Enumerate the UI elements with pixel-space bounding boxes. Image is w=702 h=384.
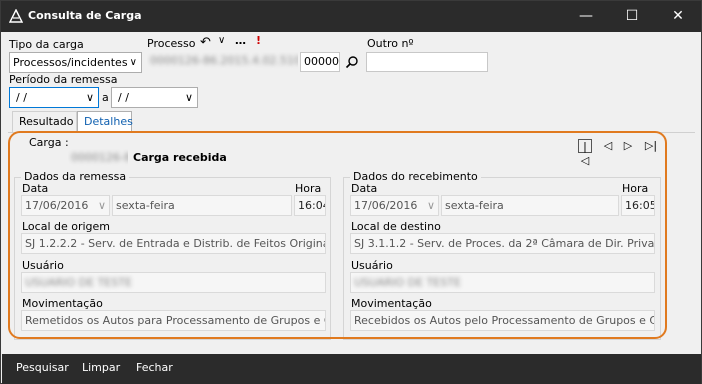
more-options-icon[interactable]: … xyxy=(235,34,246,47)
close-button[interactable]: ✕ xyxy=(655,1,701,32)
maximize-button[interactable]: ☐ xyxy=(609,1,655,32)
main-window: Consulta de Carga — ☐ ✕ Tipo da carga Pr… xyxy=(0,0,702,384)
outro-input[interactable] xyxy=(366,52,488,72)
tipo-carga-value: Processos/incidentes xyxy=(13,56,128,69)
outro-label: Outro nº xyxy=(367,37,414,50)
window-title: Consulta de Carga xyxy=(28,9,142,22)
fechar-button[interactable]: Fechar xyxy=(136,361,173,374)
chevron-down-icon: ∨ xyxy=(129,57,137,68)
highlight-outline xyxy=(8,131,667,339)
tab-resultado[interactable]: Resultado xyxy=(12,111,77,132)
processo-input[interactable]: 0000126-86.2015.4.02.5101 xyxy=(147,52,298,72)
undo-icon[interactable]: ↶ xyxy=(200,35,211,50)
minimize-button[interactable]: — xyxy=(563,1,609,32)
chevron-down-icon[interactable]: ∨ xyxy=(218,35,225,46)
tipo-carga-select[interactable]: Processos/incidentes ∨ xyxy=(9,52,142,73)
periodo-label: Período da remessa xyxy=(9,73,118,86)
footer-bar: Pesquisar Limpar Fechar xyxy=(2,354,701,384)
processo-label: Processo xyxy=(147,37,196,50)
pesquisar-button[interactable]: Pesquisar xyxy=(16,361,69,374)
app-logo-icon xyxy=(9,9,23,23)
date-from-value: / / xyxy=(16,91,27,104)
title-bar[interactable]: Consulta de Carga — ☐ ✕ xyxy=(1,1,701,32)
date-to-picker[interactable]: / / ∨ xyxy=(111,87,198,108)
processo-value: 0000126-86.2015.4.02.5101 xyxy=(150,54,298,67)
date-from-picker[interactable]: / / ∨ xyxy=(9,87,99,108)
processo-suffix-input[interactable]: 00000 xyxy=(300,52,340,72)
chevron-down-icon: ∨ xyxy=(85,91,94,104)
date-to-value: / / xyxy=(118,91,129,104)
limpar-button[interactable]: Limpar xyxy=(82,361,120,374)
tab-detalhes[interactable]: Detalhes xyxy=(77,111,133,132)
alert-icon[interactable]: ! xyxy=(256,34,261,47)
chevron-down-icon: ∨ xyxy=(184,91,193,104)
tipo-carga-label: Tipo da carga xyxy=(9,38,84,51)
search-icon[interactable] xyxy=(345,55,359,69)
date-separator: a xyxy=(102,91,109,104)
